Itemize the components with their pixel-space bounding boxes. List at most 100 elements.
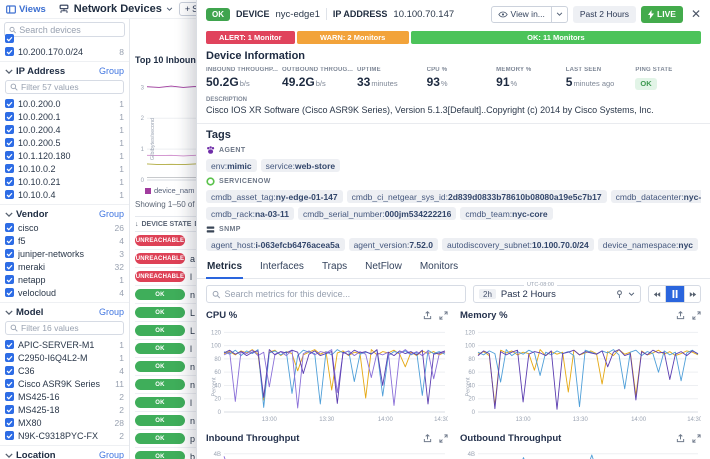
device-row[interactable]: UNREACHABLEl bbox=[135, 268, 196, 286]
sort-descending-icon[interactable]: ↓ bbox=[135, 221, 139, 228]
facet-item[interactable]: 10.10.0.21 bbox=[0, 162, 129, 175]
outbound-chart-plot[interactable]: 4B bbox=[460, 446, 701, 459]
device-row[interactable]: OKn bbox=[135, 358, 196, 376]
facet-item[interactable]: MS425-162 bbox=[0, 390, 129, 403]
pause-button[interactable] bbox=[665, 286, 684, 302]
facet-item[interactable]: N9K-C9318PYC-FX2 bbox=[0, 429, 129, 442]
facet-item[interactable]: juniper-networks3 bbox=[0, 247, 129, 260]
facet-item[interactable]: 10.10.0.41 bbox=[0, 188, 129, 201]
group-link[interactable]: Group bbox=[99, 307, 124, 317]
facet-item[interactable]: netapp1 bbox=[0, 273, 129, 286]
skip-forward-button[interactable] bbox=[684, 286, 700, 302]
tag[interactable]: agent_version:7.52.0 bbox=[349, 238, 438, 251]
checkbox-checked[interactable] bbox=[5, 177, 14, 186]
facet-item[interactable]: f54 bbox=[0, 234, 129, 247]
checkbox-checked[interactable] bbox=[5, 431, 14, 440]
skip-back-button[interactable] bbox=[649, 286, 665, 302]
search-devices-input[interactable] bbox=[19, 25, 120, 35]
tab-monitors[interactable]: Monitors bbox=[419, 258, 459, 278]
tag[interactable]: cmdb_rack:na-03-11 bbox=[206, 207, 294, 220]
group-link[interactable]: Group bbox=[99, 66, 124, 76]
metrics-search[interactable] bbox=[206, 285, 466, 303]
checkbox-checked[interactable] bbox=[5, 418, 14, 427]
export-icon[interactable] bbox=[423, 311, 432, 320]
facet-item[interactable]: APIC-SERVER-M11 bbox=[0, 338, 129, 351]
facet-section-header[interactable]: VendorGroup bbox=[0, 207, 129, 221]
facet-item[interactable]: 10.0.200.11 bbox=[0, 110, 129, 123]
device-row[interactable]: OKl bbox=[135, 340, 196, 358]
checkbox-checked[interactable] bbox=[5, 151, 14, 160]
export-icon[interactable] bbox=[676, 311, 685, 320]
top10-legend[interactable]: device_nam bbox=[145, 186, 194, 195]
facet-item[interactable]: 10.200.170.0/24 8 bbox=[0, 45, 129, 58]
tag[interactable]: agent_host:i-063efcb6476acea5a bbox=[206, 238, 345, 251]
device-table-header[interactable]: ↓ DEVICE STATE D bbox=[135, 216, 196, 232]
tag[interactable]: cmdb_ci_netgear_sys_id:2d839d0833b78610b… bbox=[347, 190, 607, 203]
facet-item[interactable]: MS425-182 bbox=[0, 403, 129, 416]
tag[interactable]: env:mimic bbox=[206, 159, 257, 172]
device-row[interactable]: OKl bbox=[135, 394, 196, 412]
device-row[interactable]: OKL bbox=[135, 304, 196, 322]
time-range-button[interactable]: Past 2 Hours bbox=[573, 6, 636, 23]
checkbox-checked[interactable] bbox=[5, 223, 14, 232]
checkbox-checked[interactable] bbox=[5, 366, 14, 375]
facet-item[interactable]: meraki32 bbox=[0, 260, 129, 273]
checkbox-checked[interactable] bbox=[5, 164, 14, 173]
device-row[interactable]: OKn bbox=[135, 286, 196, 304]
facet-item[interactable]: C2950-I6Q4L2-M1 bbox=[0, 351, 129, 364]
facet-item[interactable]: 10.0.200.51 bbox=[0, 136, 129, 149]
expand-icon[interactable] bbox=[439, 311, 448, 320]
view-in-caret[interactable] bbox=[551, 7, 567, 22]
facet-section-header[interactable]: IP AddressGroup bbox=[0, 64, 129, 78]
tag[interactable]: cmdb_datacenter:nyc-01 bbox=[611, 190, 701, 203]
tag[interactable]: cmdb_team:nyc-core bbox=[460, 207, 552, 220]
memory-chart-plot[interactable]: 02040608010012013:0013:3014:0014:30 bbox=[460, 323, 701, 428]
expand-icon[interactable] bbox=[439, 434, 448, 443]
checkbox-checked[interactable] bbox=[5, 288, 14, 297]
facet-item[interactable]: 10.10.0.211 bbox=[0, 175, 129, 188]
view-in-button[interactable]: View in... bbox=[491, 6, 568, 23]
tag[interactable]: device_namespace:nyc bbox=[598, 238, 698, 251]
tab-metrics[interactable]: Metrics bbox=[206, 258, 243, 279]
checkbox-checked[interactable] bbox=[5, 190, 14, 199]
checkbox-checked[interactable] bbox=[5, 392, 14, 401]
pin-icon[interactable] bbox=[616, 290, 623, 299]
facet-section-header[interactable]: ModelGroup bbox=[0, 305, 129, 319]
checkbox-checked[interactable] bbox=[5, 353, 14, 362]
checkbox-checked[interactable] bbox=[5, 138, 14, 147]
expand-icon[interactable] bbox=[692, 311, 701, 320]
checkbox-checked[interactable] bbox=[5, 340, 14, 349]
facet-item[interactable]: MX8028 bbox=[0, 416, 129, 429]
chevron-down-icon[interactable] bbox=[628, 292, 635, 296]
cpu-chart-plot[interactable]: 02040608010012013:0013:3014:0014:30 bbox=[206, 323, 448, 428]
time-selector[interactable]: UTC-08:00 2h Past 2 Hours bbox=[473, 285, 641, 303]
facet-filter-input[interactable]: Filter 57 values bbox=[5, 80, 124, 94]
group-link[interactable]: Group bbox=[99, 450, 124, 459]
page-title-dropdown[interactable]: Network Devices bbox=[58, 3, 173, 15]
device-row[interactable]: UNREACHABLEa bbox=[135, 250, 196, 268]
device-row[interactable]: OKL bbox=[135, 322, 196, 340]
checkbox-checked[interactable] bbox=[5, 262, 14, 271]
checkbox-checked[interactable] bbox=[5, 379, 14, 388]
tab-traps[interactable]: Traps bbox=[321, 258, 348, 278]
tab-interfaces[interactable]: Interfaces bbox=[259, 258, 305, 278]
checkbox-checked[interactable] bbox=[5, 125, 14, 134]
facet-filter-input[interactable]: Filter 16 values bbox=[5, 321, 124, 335]
facet-section-header[interactable]: LocationGroup bbox=[0, 448, 129, 459]
checkbox-checked[interactable] bbox=[5, 34, 14, 43]
tab-netflow[interactable]: NetFlow bbox=[364, 258, 403, 278]
close-icon[interactable]: ✕ bbox=[691, 7, 701, 21]
export-icon[interactable] bbox=[423, 434, 432, 443]
export-icon[interactable] bbox=[676, 434, 685, 443]
metrics-search-input[interactable] bbox=[225, 289, 460, 299]
live-button[interactable]: LIVE bbox=[641, 6, 683, 23]
facet-item[interactable]: velocloud4 bbox=[0, 286, 129, 299]
inbound-chart-plot[interactable]: 4B bbox=[206, 446, 448, 459]
device-row[interactable]: UNREACHABLE bbox=[135, 232, 196, 250]
checkbox-checked[interactable] bbox=[5, 47, 14, 56]
monitor-segment[interactable]: WARN: 2 Monitors bbox=[297, 31, 409, 44]
monitor-segment[interactable]: OK: 11 Monitors bbox=[411, 31, 701, 44]
facet-item[interactable]: C364 bbox=[0, 364, 129, 377]
checkbox-checked[interactable] bbox=[5, 249, 14, 258]
checkbox-checked[interactable] bbox=[5, 99, 14, 108]
